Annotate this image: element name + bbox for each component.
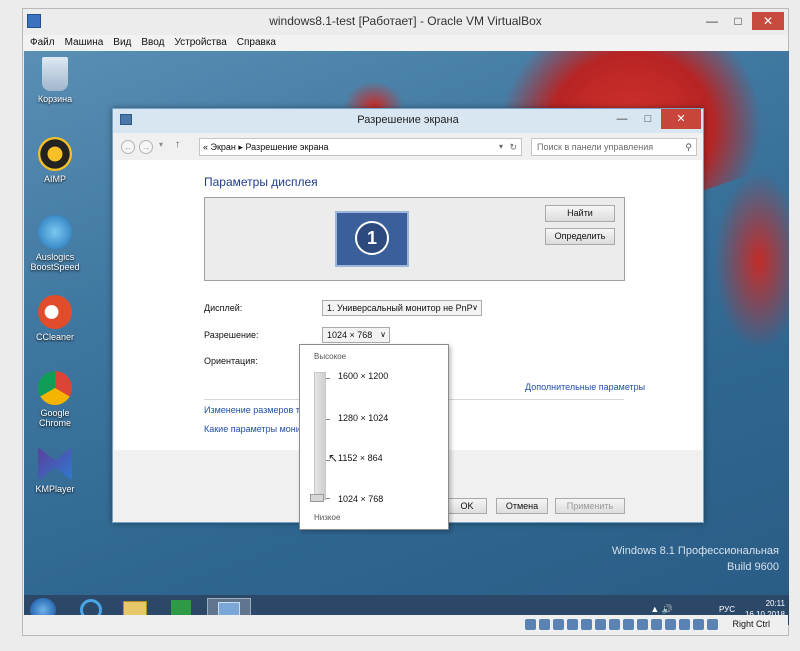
breadcrumb-resolution[interactable]: Разрешение экрана <box>245 142 328 152</box>
desktop-icon-recycle-bin[interactable]: Корзина <box>24 57 86 104</box>
chrome-icon <box>38 371 72 405</box>
clock-time: 20:11 <box>765 599 785 608</box>
resolution-slider-track[interactable] <box>314 372 326 500</box>
slider-tick <box>326 498 330 499</box>
up-arrow-icon[interactable]: ↑ <box>175 139 180 150</box>
vbox-menubar: Файл Машина Вид Ввод Устройства Справка <box>23 35 788 51</box>
dialog-maximize-button[interactable]: □ <box>635 109 661 129</box>
ok-button[interactable]: OK <box>447 498 487 514</box>
resolution-option-1024[interactable]: 1024 × 768 <box>338 494 383 504</box>
watermark-build: Build 9600 <box>727 561 779 573</box>
refresh-icon[interactable]: ↻ <box>509 139 517 155</box>
language-indicator[interactable]: РУС <box>719 605 735 614</box>
desktop-icon-label: Google Chrome <box>38 408 71 428</box>
vbox-title: windows8.1-test [Работает] - Oracle VM V… <box>269 14 542 28</box>
address-bar-row: ← → ▾ ↑ « Экран ▸ Разрешение экрана ▾ ↻ … <box>121 138 697 156</box>
display-preview: 1 Найти Определить <box>204 197 625 281</box>
apply-button[interactable]: Применить <box>555 498 625 514</box>
display-label: Дисплей: <box>204 303 243 313</box>
menu-view[interactable]: Вид <box>113 35 131 51</box>
search-placeholder: Поиск в панели управления <box>537 142 654 152</box>
history-dropdown-icon[interactable]: ▾ <box>159 140 163 149</box>
page-title: Параметры дисплея <box>204 175 318 189</box>
watermark-edition: Windows 8.1 Профессиональная <box>611 545 779 557</box>
forward-button[interactable]: → <box>139 140 153 154</box>
dialog-titlebar: Разрешение экрана — □ ✕ <box>113 109 703 133</box>
dialog-close-button[interactable]: ✕ <box>661 109 701 129</box>
desktop-icon-ccleaner[interactable]: CCleaner <box>24 295 86 342</box>
menu-machine[interactable]: Машина <box>65 35 104 51</box>
slider-thumb[interactable] <box>310 494 324 502</box>
advanced-settings-link[interactable]: Дополнительные параметры <box>525 382 645 392</box>
search-icon[interactable]: ⚲ <box>685 139 692 155</box>
which-settings-link[interactable]: Какие параметры мони <box>204 424 301 434</box>
vbox-statusbar: Right Ctrl <box>23 615 788 635</box>
display-value: 1. Универсальный монитор не PnP <box>327 303 473 313</box>
menu-help[interactable]: Справка <box>237 35 276 51</box>
text-size-link[interactable]: Изменение размеров те <box>204 405 305 415</box>
display-select[interactable]: 1. Универсальный монитор не PnP ∨ <box>322 300 482 316</box>
host-screen: windows8.1-test [Работает] - Oracle VM V… <box>0 0 800 651</box>
kmplayer-icon <box>38 447 72 481</box>
identify-button[interactable]: Определить <box>545 228 615 245</box>
resolution-value: 1024 × 768 <box>327 330 373 340</box>
maximize-button[interactable]: □ <box>726 12 750 30</box>
desktop-icon-kmplayer[interactable]: KMPlayer <box>24 447 86 494</box>
recycle-bin-icon <box>42 57 68 91</box>
resolution-option-1152[interactable]: 1152 × 864 <box>338 453 383 463</box>
resolution-select[interactable]: 1024 × 768 ∨ <box>322 327 390 343</box>
resolution-slider-popup: Высокое 1600 × 1200 1280 × 1024 1152 × 8… <box>299 344 449 530</box>
desktop-icon-aimp[interactable]: AIMP <box>24 137 86 184</box>
slider-tick <box>326 419 330 420</box>
ccleaner-icon <box>38 295 72 329</box>
menu-file[interactable]: Файл <box>30 35 55 51</box>
dialog-minimize-button[interactable]: — <box>609 109 635 129</box>
desktop-icon-label: CCleaner <box>35 332 75 342</box>
guest-desktop: Корзина AIMP Auslogics BoostSpeed CClean… <box>24 51 789 595</box>
mouse-cursor-icon: ↖ <box>328 451 339 465</box>
vbox-titlebar: windows8.1-test [Работает] - Oracle VM V… <box>23 9 788 35</box>
resolution-option-1280[interactable]: 1280 × 1024 <box>338 413 388 423</box>
monitor-1[interactable]: 1 <box>335 211 409 267</box>
search-input[interactable]: Поиск в панели управления ⚲ <box>531 138 697 156</box>
menu-input[interactable]: Ввод <box>141 35 164 51</box>
address-dropdown-icon[interactable]: ▾ <box>499 139 503 155</box>
breadcrumb-sep-icon: « <box>203 142 211 152</box>
tray-icons[interactable]: ▲ 🔊 <box>650 604 673 615</box>
resolution-label: Разрешение: <box>204 330 259 340</box>
find-button[interactable]: Найти <box>545 205 615 222</box>
resolution-option-1600[interactable]: 1600 × 1200 <box>338 371 388 381</box>
device-status-icons[interactable] <box>525 619 718 630</box>
address-box[interactable]: « Экран ▸ Разрешение экрана ▾ ↻ <box>199 138 522 156</box>
low-label: Низкое <box>314 513 341 522</box>
desktop-icon-label: Auslogics BoostSpeed <box>30 252 80 272</box>
back-button[interactable]: ← <box>121 140 135 154</box>
orientation-label: Ориентация: <box>204 356 258 366</box>
desktop-icon-boostspeed[interactable]: Auslogics BoostSpeed <box>24 215 86 272</box>
monitor-number: 1 <box>355 221 389 255</box>
wallpaper-flower <box>714 171 789 351</box>
virtualbox-window: windows8.1-test [Работает] - Oracle VM V… <box>22 8 789 636</box>
close-button[interactable]: ✕ <box>752 12 784 30</box>
chevron-down-icon: ∨ <box>380 330 386 339</box>
desktop-icon-label: KMPlayer <box>35 484 75 494</box>
cancel-button[interactable]: Отмена <box>496 498 548 514</box>
boostspeed-icon <box>38 215 72 249</box>
aimp-icon <box>38 137 72 171</box>
slider-tick <box>326 378 330 379</box>
desktop-icon-chrome[interactable]: Google Chrome <box>24 371 86 428</box>
host-key-label: Right Ctrl <box>732 619 770 629</box>
high-label: Высокое <box>314 352 347 361</box>
menu-devices[interactable]: Устройства <box>174 35 226 51</box>
minimize-button[interactable]: — <box>700 12 724 30</box>
desktop-icon-label: Корзина <box>37 94 73 104</box>
breadcrumb-screen[interactable]: Экран <box>211 142 236 152</box>
windows-watermark: Windows 8.1 Профессиональная Build 9600 <box>612 543 779 575</box>
desktop-icon-label: AIMP <box>43 174 66 184</box>
chevron-down-icon: ∨ <box>472 303 478 312</box>
